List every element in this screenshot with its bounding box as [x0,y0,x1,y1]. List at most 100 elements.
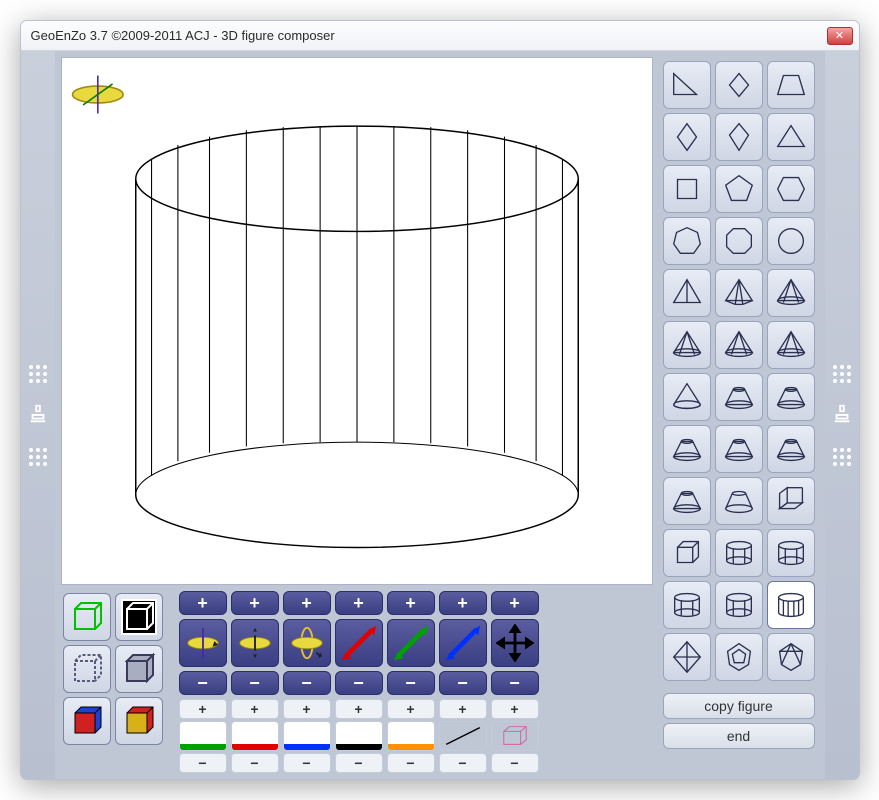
line-style-swatch[interactable] [439,721,487,751]
shape-icosahedron[interactable] [767,633,815,681]
shape-pentagon[interactable] [715,165,763,213]
shape-cone[interactable] [663,373,711,421]
shape-octahedron[interactable] [663,633,711,681]
shapes-panel: copy figure end [659,57,819,773]
plus-small[interactable]: + [439,699,487,719]
shape-frustum-hex[interactable] [715,425,763,473]
shape-heptagonal-prism[interactable] [663,581,711,629]
minus-button[interactable]: − [439,671,487,695]
render-wire-black[interactable] [115,593,163,641]
shape-pentagonal-pyramid[interactable] [767,269,815,317]
shape-heptagonal-pyramid[interactable] [715,321,763,369]
plus-button[interactable]: + [179,591,227,615]
stamp-icon [831,403,853,428]
bottom-panel: + + + + + + + [61,591,653,773]
shape-square-pyramid[interactable] [715,269,763,317]
plus-button[interactable]: + [231,591,279,615]
shape-octagonal-pyramid[interactable] [767,321,815,369]
scale-z-icon[interactable] [439,619,487,667]
shape-hexagon[interactable] [767,165,815,213]
rotate-y-icon[interactable] [231,619,279,667]
close-button[interactable]: ✕ [827,27,853,45]
scale-x-icon[interactable] [335,619,383,667]
plus-small[interactable]: + [283,699,331,719]
move-icon[interactable] [491,619,539,667]
render-solid-shade[interactable] [115,697,163,745]
shape-frustum-pent[interactable] [663,425,711,473]
minus-button[interactable]: − [283,671,331,695]
rotate-z-icon[interactable] [179,619,227,667]
shape-dodecahedron[interactable] [715,633,763,681]
orange-swatch[interactable] [387,721,435,751]
shape-octagonal-prism[interactable] [715,581,763,629]
plus-small[interactable]: + [335,699,383,719]
shapes-grid [659,57,819,685]
minus-small[interactable]: − [491,753,539,773]
render-wire-dashed[interactable] [63,645,111,693]
end-button[interactable]: end [663,723,815,749]
shape-tetrahedron[interactable] [663,269,711,317]
shape-hexagonal-prism[interactable] [767,529,815,577]
shape-right-triangle[interactable] [663,61,711,109]
plus-button[interactable]: + [491,591,539,615]
shape-frustum-square[interactable] [767,373,815,421]
window-title: GeoEnZo 3.7 ©2009-2011 ACJ - 3D figure c… [31,28,827,43]
scale-y-icon[interactable] [387,619,435,667]
minus-button[interactable]: − [231,671,279,695]
shape-circle[interactable] [767,217,815,265]
transform-stack: + + + + + + + [179,591,539,773]
shape-frustum-hept[interactable] [767,425,815,473]
plus-small[interactable]: + [491,699,539,719]
rotate-x-icon[interactable] [283,619,331,667]
shape-wedge-prism[interactable] [767,477,815,525]
shape-cube[interactable] [663,529,711,577]
minus-small[interactable]: − [179,753,227,773]
copy-figure-button[interactable]: copy figure [663,693,815,719]
plus-small[interactable]: + [231,699,279,719]
minus-button[interactable]: − [179,671,227,695]
plus-button[interactable]: + [387,591,435,615]
shape-cylinder[interactable] [767,581,815,629]
left-rail[interactable] [21,51,55,779]
cube-preview-swatch[interactable] [491,721,539,751]
shape-octagon[interactable] [715,217,763,265]
shape-frustum-tri[interactable] [715,373,763,421]
minus-small[interactable]: − [335,753,383,773]
shape-diamond[interactable] [663,113,711,161]
plus-button[interactable]: + [439,591,487,615]
shape-frustum-oct[interactable] [663,477,711,525]
drag-grip-icon [29,365,47,383]
shape-rhombus[interactable] [715,61,763,109]
minus-small[interactable]: − [231,753,279,773]
minus-small[interactable]: − [387,753,435,773]
plus-small[interactable]: + [387,699,435,719]
plus-button[interactable]: + [283,591,331,615]
plus-small[interactable]: + [179,699,227,719]
black-swatch[interactable] [335,721,383,751]
green-swatch[interactable] [179,721,227,751]
shape-trapezoid[interactable] [767,61,815,109]
render-solid-color[interactable] [63,697,111,745]
drag-grip-icon [833,448,851,466]
right-rail[interactable] [825,51,859,779]
minus-button[interactable]: − [387,671,435,695]
shape-kite[interactable] [715,113,763,161]
shape-hexagonal-pyramid[interactable] [663,321,711,369]
shape-square[interactable] [663,165,711,213]
blue-swatch[interactable] [283,721,331,751]
minus-small[interactable]: − [439,753,487,773]
render-wire-hidden[interactable] [115,645,163,693]
shape-triangle[interactable] [767,113,815,161]
shape-frustum-cone[interactable] [715,477,763,525]
red-swatch[interactable] [231,721,279,751]
shape-heptagon[interactable] [663,217,711,265]
canvas-3d[interactable] [61,57,653,585]
minus-small[interactable]: − [283,753,331,773]
plus-button[interactable]: + [335,591,383,615]
minus-button[interactable]: − [335,671,383,695]
shape-pentagonal-prism[interactable] [715,529,763,577]
minus-button[interactable]: − [491,671,539,695]
main-area: + + + + + + + [55,51,825,779]
render-wire-green[interactable] [63,593,111,641]
stamp-icon [27,403,49,428]
